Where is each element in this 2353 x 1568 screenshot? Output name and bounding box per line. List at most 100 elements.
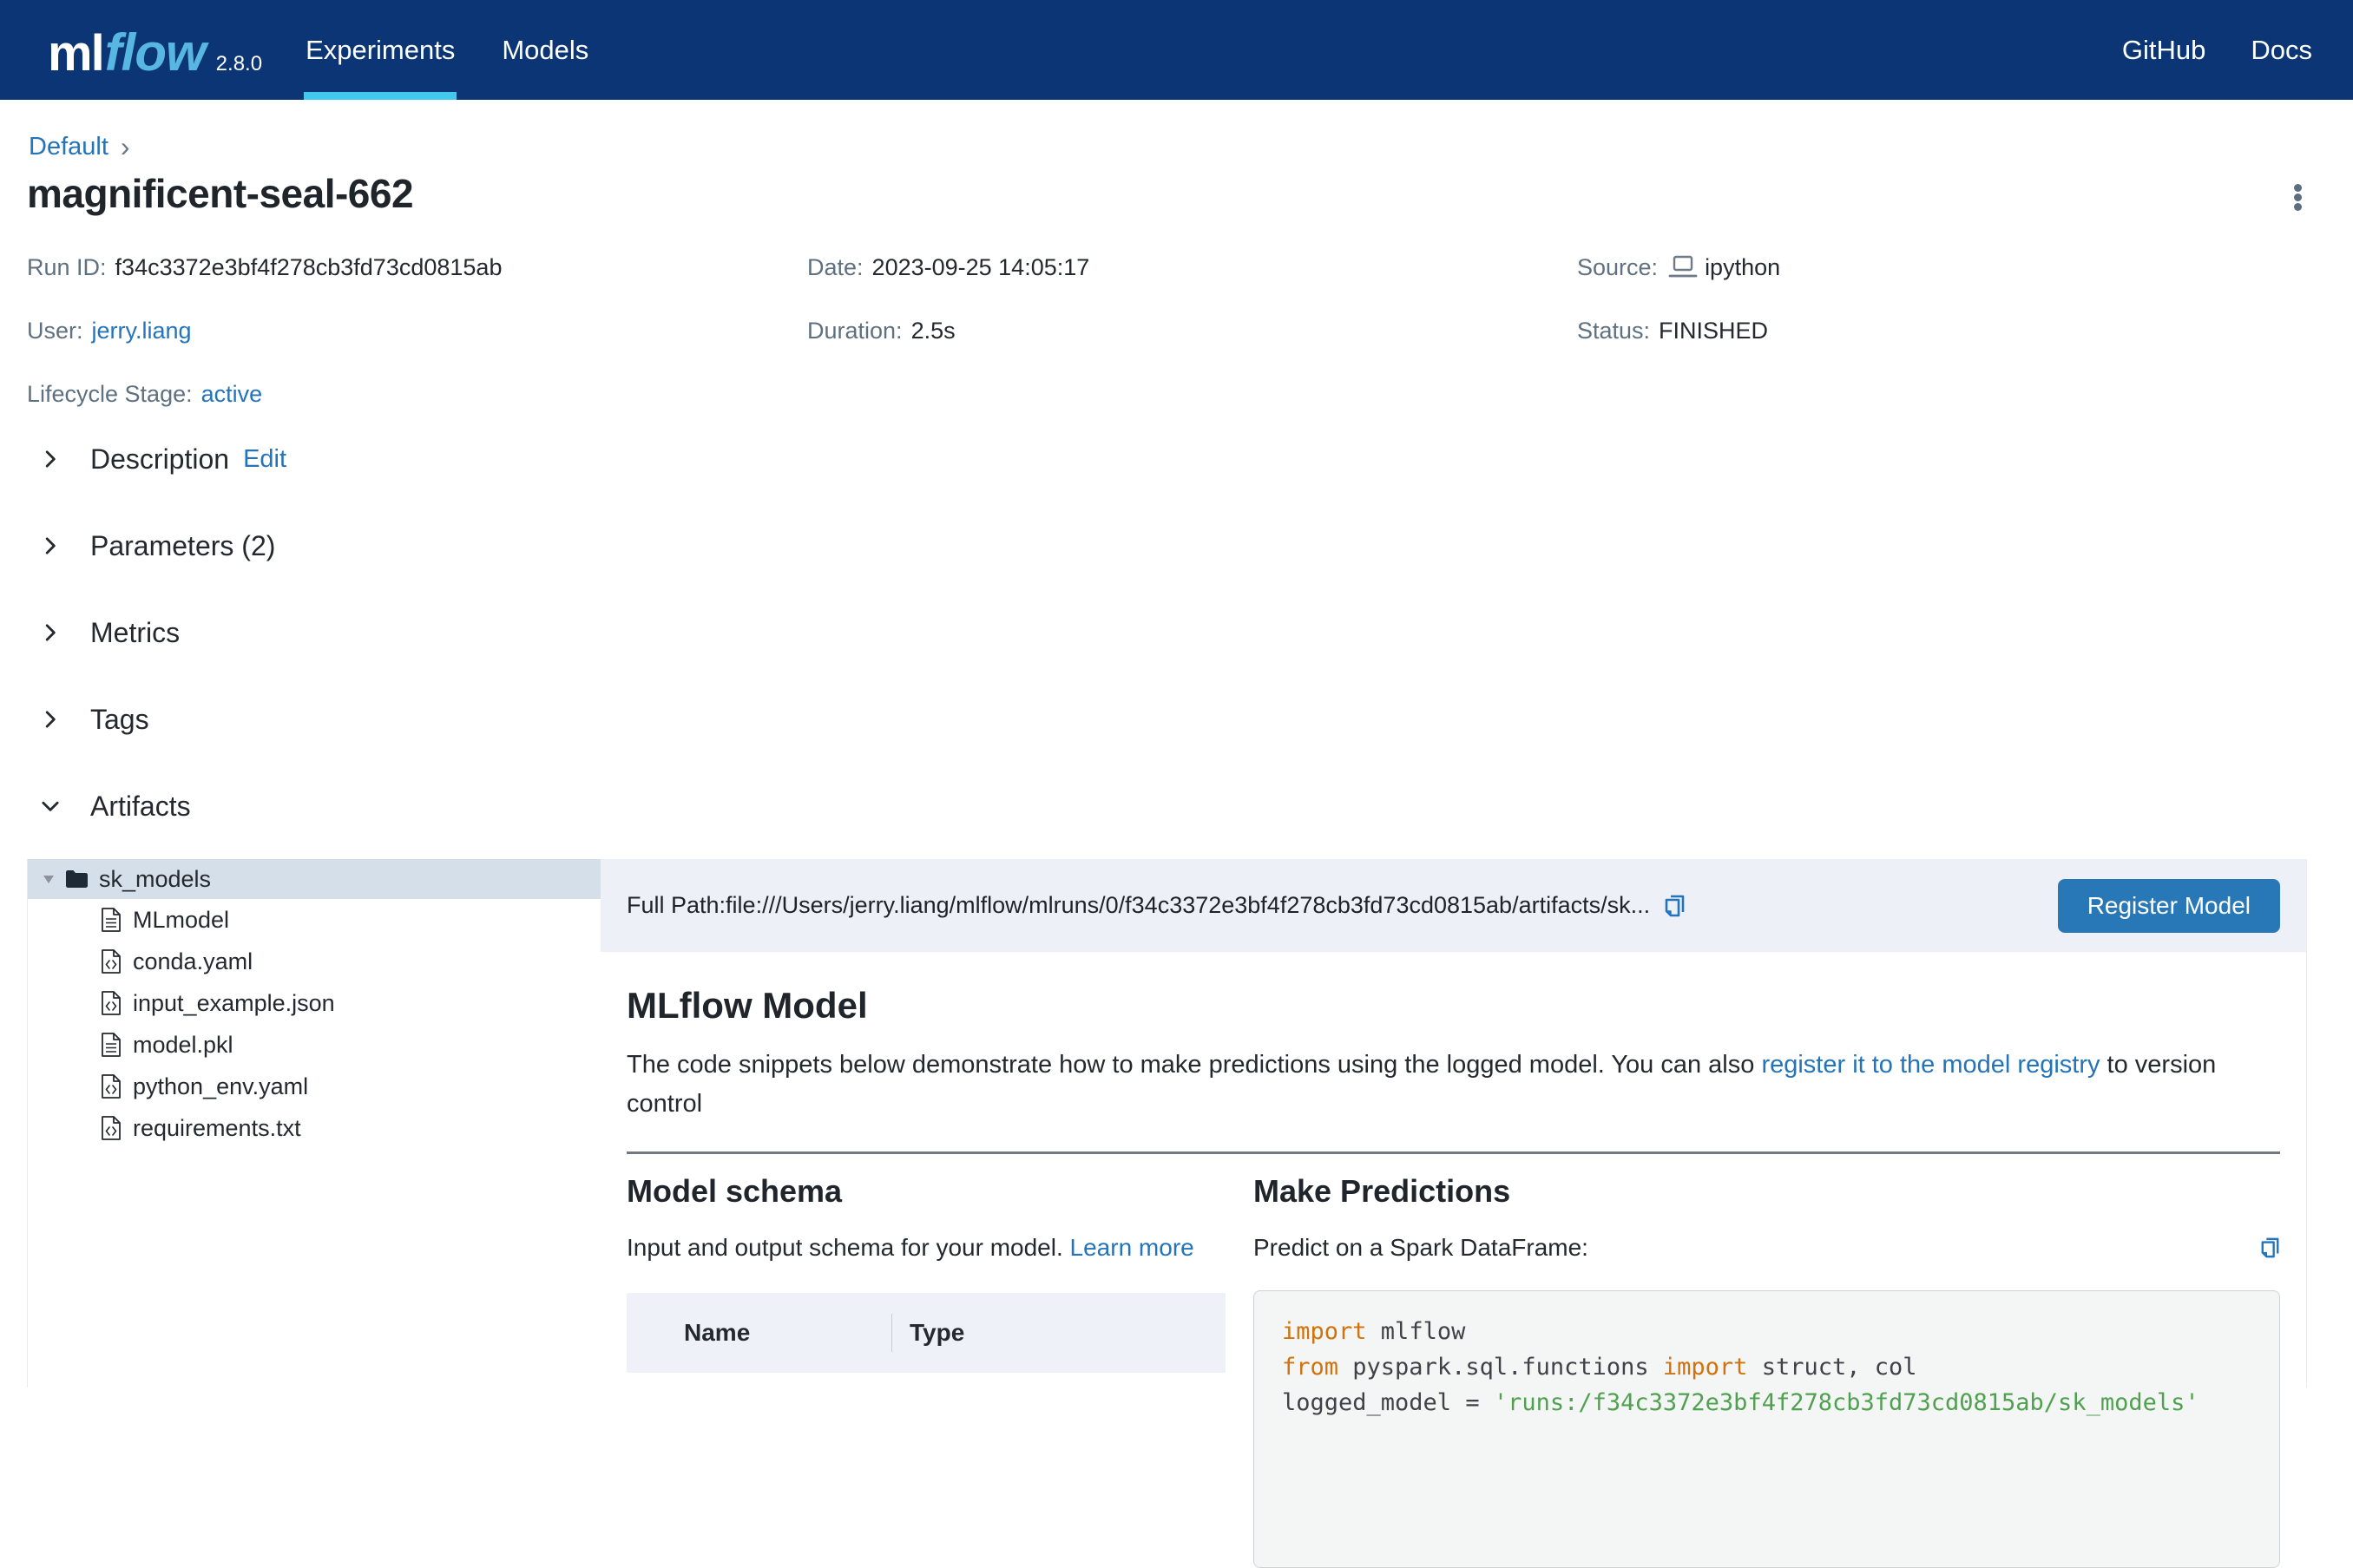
- tree-file-conda-yaml[interactable]: conda.yaml: [28, 941, 601, 982]
- code-line: logged_model = 'runs:/f34c3372e3bf4f278c…: [1282, 1385, 2251, 1420]
- nav-external-links: GitHub Docs: [2122, 0, 2312, 100]
- schema-column-type: Type: [910, 1319, 965, 1346]
- run-sections: Description Edit Parameters (2) Metrics …: [39, 443, 286, 823]
- tab-models-label: Models: [502, 34, 589, 65]
- file-code-icon: [102, 1116, 121, 1140]
- run-title: magnificent-seal-662: [27, 171, 414, 216]
- model-schema-title: Model schema: [627, 1173, 843, 1209]
- schema-table-header: Name Type: [627, 1293, 1226, 1373]
- tree-file-model-pkl[interactable]: model.pkl: [28, 1024, 601, 1066]
- tree-file-mlmodel[interactable]: MLmodel: [28, 899, 601, 941]
- logo-flow-text: flow: [104, 23, 207, 82]
- mlflow-model-description: The code snippets below demonstrate how …: [627, 1046, 2241, 1124]
- breadcrumb-experiment-link[interactable]: Default: [29, 133, 108, 161]
- chevron-right-icon: [45, 537, 56, 554]
- code-keyword: import: [1282, 1318, 1367, 1345]
- tree-file-requirements-txt[interactable]: requirements.txt: [28, 1107, 601, 1149]
- laptop-icon: [1668, 255, 1698, 278]
- code-text: mlflow: [1366, 1318, 1466, 1345]
- github-link[interactable]: GitHub: [2122, 35, 2205, 66]
- full-path-text: Full Path:file:///Users/jerry.liang/mlfl…: [627, 892, 1651, 918]
- meta-lifecycle-stage: Lifecycle Stage: active: [27, 377, 807, 411]
- tree-file-label: requirements.txt: [133, 1114, 301, 1141]
- tree-file-input-example-json[interactable]: input_example.json: [28, 982, 601, 1024]
- date-label: Date:: [807, 254, 864, 280]
- section-parameters[interactable]: Parameters (2): [39, 529, 286, 562]
- breadcrumb-separator: ›: [120, 131, 130, 162]
- tab-models[interactable]: Models: [500, 0, 590, 100]
- section-tags[interactable]: Tags: [39, 703, 286, 736]
- section-parameters-label: Parameters (2): [90, 529, 276, 561]
- lifecycle-stage-value[interactable]: active: [201, 377, 263, 411]
- section-artifacts[interactable]: Artifacts: [39, 790, 286, 823]
- tree-file-label: input_example.json: [133, 989, 335, 1016]
- docs-link[interactable]: Docs: [2251, 35, 2312, 66]
- logo-ml-text: ml: [48, 25, 105, 82]
- copy-icon[interactable]: [1664, 893, 1686, 919]
- description-edit-link[interactable]: Edit: [243, 445, 286, 474]
- model-schema-subtitle: Input and output schema for your model. …: [627, 1234, 1253, 1262]
- tree-folder-label: sk_models: [99, 865, 212, 892]
- code-keyword: from: [1282, 1354, 1339, 1381]
- code-line: from pyspark.sql.functions import struct…: [1282, 1349, 2251, 1385]
- run-id-label: Run ID:: [27, 254, 107, 280]
- tree-file-python-env-yaml[interactable]: python_env.yaml: [28, 1066, 601, 1107]
- artifact-pathbar: Full Path:file:///Users/jerry.liang/mlfl…: [601, 859, 2306, 952]
- make-predictions-title: Make Predictions: [1253, 1173, 1511, 1209]
- code-line: import mlflow: [1282, 1314, 2251, 1349]
- tab-experiments-label: Experiments: [306, 34, 456, 65]
- source-value: ipython: [1705, 254, 1781, 280]
- tree-file-label: python_env.yaml: [133, 1073, 309, 1099]
- schema-column-name: Name: [684, 1319, 751, 1346]
- artifact-tree: sk_models MLmodel conda.yaml input_examp…: [28, 859, 601, 1388]
- artifact-detail-pane: Full Path:file:///Users/jerry.liang/mlfl…: [601, 859, 2306, 1568]
- file-code-icon: [102, 991, 121, 1015]
- kebab-dot: [2294, 194, 2302, 201]
- register-model-button[interactable]: Register Model: [2057, 878, 2280, 933]
- section-artifacts-label: Artifacts: [90, 790, 191, 822]
- kebab-dot: [2294, 184, 2302, 192]
- section-description[interactable]: Description Edit: [39, 443, 286, 476]
- code-keyword: import: [1662, 1354, 1748, 1381]
- nav-tabs: Experiments Models: [304, 0, 634, 100]
- code-text: pyspark.sql.functions: [1338, 1354, 1663, 1381]
- section-description-label: Description: [90, 443, 230, 475]
- mlflow-logo[interactable]: ml flow 2.8.0: [48, 17, 262, 82]
- model-schema-column: Model schema Input and output schema for…: [627, 1154, 1253, 1568]
- overflow-menu-button[interactable]: [2291, 180, 2305, 214]
- mlflow-model-title: MLflow Model: [627, 985, 868, 1026]
- date-value: 2023-09-25 14:05:17: [871, 254, 1090, 280]
- copy-icon[interactable]: [2260, 1236, 2280, 1260]
- predictions-subtitle: Predict on a Spark DataFrame:: [1253, 1234, 1588, 1261]
- model-registry-link[interactable]: register it to the model registry: [1761, 1051, 2100, 1079]
- meta-source: Source: ipython: [1577, 250, 2153, 285]
- run-id-value: f34c3372e3bf4f278cb3fd73cd0815ab: [115, 254, 503, 280]
- mlflow-model-section: MLflow Model The code snippets below dem…: [601, 985, 2306, 1568]
- code-snippet[interactable]: import mlflow from pyspark.sql.functions…: [1253, 1290, 2280, 1568]
- code-text: logged_model =: [1282, 1389, 1494, 1416]
- kebab-dot: [2294, 203, 2302, 211]
- caret-down-icon[interactable]: [43, 875, 55, 884]
- section-metrics[interactable]: Metrics: [39, 616, 286, 649]
- code-string: 'runs:/f34c3372e3bf4f278cb3fd73cd0815ab/…: [1493, 1389, 2199, 1416]
- schema-subtitle-text: Input and output schema for your model.: [627, 1234, 1070, 1261]
- learn-more-link[interactable]: Learn more: [1070, 1234, 1194, 1261]
- tree-folder-sk-models[interactable]: sk_models: [28, 859, 601, 899]
- description-text: The code snippets below demonstrate how …: [627, 1051, 1762, 1079]
- user-link[interactable]: jerry.liang: [92, 313, 192, 348]
- run-metadata: Run ID: f34c3372e3bf4f278cb3fd73cd0815ab…: [27, 250, 2153, 411]
- tree-file-label: MLmodel: [133, 906, 230, 933]
- status-value: FINISHED: [1659, 318, 1769, 344]
- duration-value: 2.5s: [910, 318, 956, 344]
- chevron-right-icon: [45, 624, 56, 641]
- meta-duration: Duration: 2.5s: [807, 313, 1577, 348]
- tab-experiments[interactable]: Experiments: [304, 0, 457, 100]
- code-text: struct, col: [1747, 1354, 1917, 1381]
- chevron-right-icon: [45, 711, 56, 728]
- file-code-icon: [102, 1074, 121, 1099]
- tree-file-label: conda.yaml: [133, 948, 253, 974]
- chevron-down-icon: [42, 801, 59, 811]
- source-label: Source:: [1577, 254, 1659, 280]
- breadcrumb: Default ›: [29, 133, 130, 161]
- status-label: Status:: [1577, 318, 1651, 344]
